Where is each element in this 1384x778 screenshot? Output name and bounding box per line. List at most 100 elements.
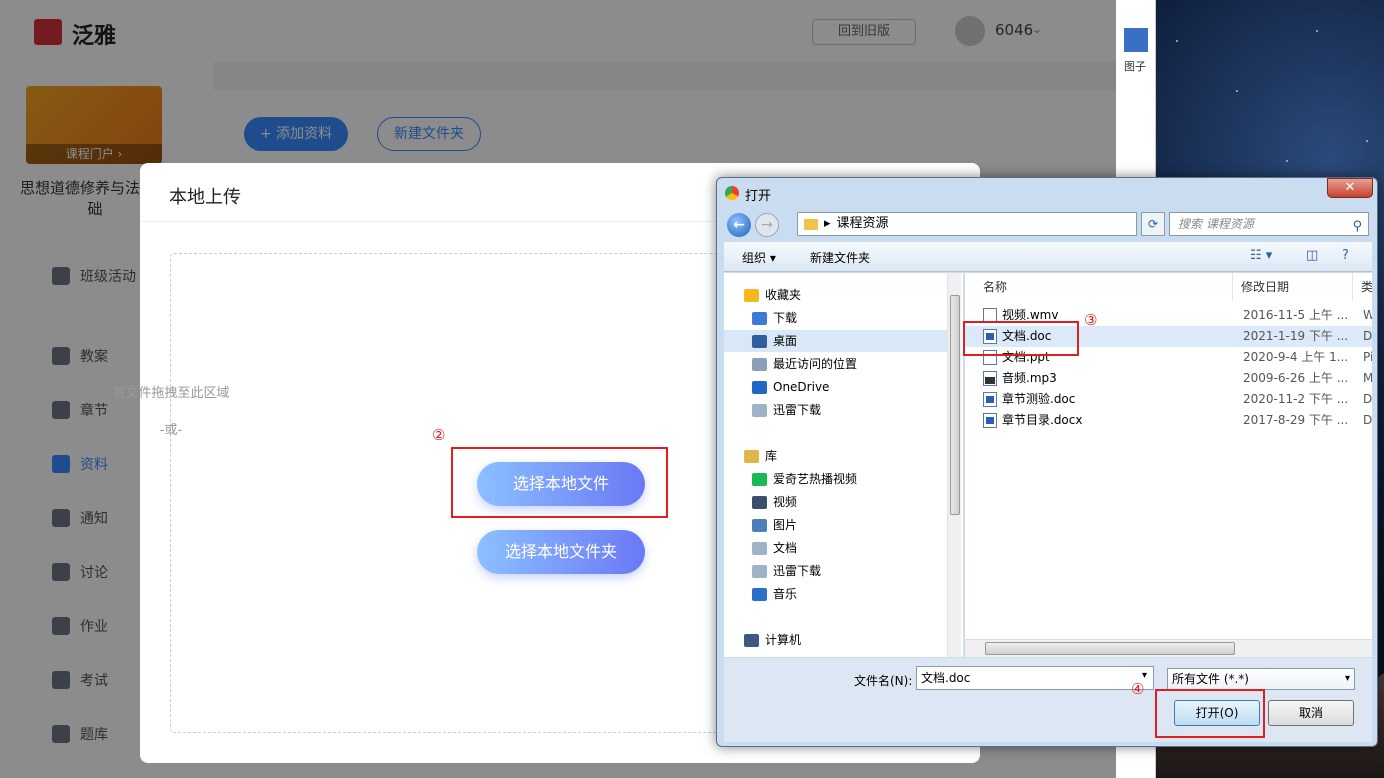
nav-tree-label: 文档 — [773, 541, 798, 555]
dialog-bottom-bar: 文件名(N): 文档.doc ▾ 所有文件 (*.*) ▾ 打开(O) 取消 — [724, 658, 1372, 742]
annotation-box-step2 — [451, 447, 668, 518]
nav-tree-item[interactable]: 收藏夹 — [724, 284, 948, 306]
search-icon: ⚲ — [1352, 219, 1362, 234]
nav-tree-item[interactable]: 视频 — [724, 491, 948, 513]
nav-tree-item[interactable]: 迅雷下载 — [724, 560, 948, 582]
computer-icon — [744, 633, 759, 647]
column-header-date[interactable]: 修改日期 — [1233, 273, 1353, 301]
nav-tree-item[interactable]: OneDrive — [724, 376, 948, 398]
preview-pane-icon[interactable]: ◫ — [1306, 248, 1318, 263]
column-header-name[interactable]: 名称 — [975, 273, 1233, 301]
nav-tree-item[interactable]: 音乐 — [724, 583, 948, 605]
search-placeholder: 搜索 课程资源 — [1178, 217, 1254, 231]
nav-tree-label: 下载 — [773, 311, 798, 325]
nav-tree-label: 最近访问的位置 — [773, 357, 858, 371]
nav-tree-label: 视频 — [773, 495, 798, 509]
nav-tree-item[interactable]: 迅雷下载 — [724, 399, 948, 421]
file-date: 2016-11-5 上午 ... — [1243, 308, 1349, 322]
nav-tree-label: 迅雷下载 — [773, 564, 822, 578]
nav-tree-item[interactable]: 库 — [724, 445, 948, 467]
folder-icon — [804, 218, 818, 230]
cancel-button[interactable]: 取消 — [1268, 700, 1354, 726]
word-file-icon — [983, 392, 997, 407]
file-name: 章节测验.doc — [1002, 392, 1076, 406]
strip-text: 图子 — [1124, 60, 1146, 73]
nav-scrollbar[interactable] — [947, 273, 961, 657]
onedrive-icon — [752, 380, 767, 394]
file-type-select[interactable]: 所有文件 (*.*) ▾ — [1167, 668, 1355, 690]
file-list-scrollbar[interactable] — [965, 639, 1372, 657]
nav-tree-item[interactable]: 最近访问的位置 — [724, 353, 948, 375]
file-type: D — [1363, 329, 1372, 343]
file-icon — [752, 403, 767, 417]
help-icon[interactable]: ? — [1342, 248, 1349, 263]
library-icon — [744, 449, 759, 463]
nav-tree-label: 桌面 — [773, 334, 798, 348]
recent-places-icon — [752, 357, 767, 371]
file-type: Pi — [1363, 350, 1372, 364]
word-file-icon — [983, 413, 997, 428]
nav-tree-label: 库 — [765, 449, 778, 463]
desktop-icon — [752, 334, 767, 348]
file-name: 音频.mp3 — [1002, 371, 1057, 385]
annotation-box-step3 — [963, 321, 1079, 356]
document-icon — [752, 541, 767, 555]
file-date: 2009-6-26 上午 ... — [1243, 371, 1349, 385]
address-path: 课程资源 — [836, 216, 889, 231]
column-header-type[interactable]: 类 — [1353, 273, 1372, 301]
file-row[interactable]: 章节目录.docx 2017-8-29 下午 ... D — [965, 410, 1372, 431]
star-icon — [744, 288, 759, 302]
navigation-pane: 收藏夹 下载 桌面 最近访问的位置 OneDrive 迅雷下载库爱奇艺热播视频 视频 图片 文档… — [724, 273, 964, 657]
nav-tree-label: 迅雷下载 — [773, 403, 822, 417]
file-row[interactable]: 章节测验.doc 2020-11-2 下午 ... D — [965, 389, 1372, 410]
view-options-icon[interactable]: ☷ ▾ — [1250, 248, 1272, 263]
refresh-icon[interactable]: ⟳ — [1141, 212, 1165, 236]
dialog-title: 打开 — [745, 189, 772, 204]
nav-tree-label: 音乐 — [773, 587, 798, 601]
forward-arrow-icon[interactable]: → — [755, 213, 779, 237]
annotation-step3: ③ — [1084, 311, 1098, 329]
file-name-cell: 音频.mp3 — [983, 368, 1057, 389]
nav-tree-item[interactable]: 文档 — [724, 537, 948, 559]
nav-tree-label: OneDrive — [773, 380, 830, 394]
file-type: W — [1363, 308, 1372, 322]
iqiyi-icon — [752, 472, 767, 486]
app-icon — [1124, 28, 1148, 52]
file-icon — [752, 564, 767, 578]
or-separator: -或- — [159, 423, 183, 438]
download-folder-icon — [752, 311, 767, 325]
nav-tree-label: 爱奇艺热播视频 — [773, 472, 858, 486]
chrome-icon — [725, 186, 739, 200]
search-input[interactable]: 搜索 课程资源 ⚲ — [1169, 212, 1369, 236]
annotation-box-step4 — [1155, 689, 1265, 738]
open-file-dialog: 打开 ✕ ← → ▸ 课程资源 ⟳ 搜索 课程资源 ⚲ 组织 ▾ 新建文件夹 ☷… — [716, 177, 1378, 747]
file-row[interactable]: 音频.mp3 2009-6-26 上午 ... M — [965, 368, 1372, 389]
file-date: 2020-9-4 上午 1... — [1243, 350, 1349, 364]
nav-tree-item[interactable]: 下载 — [724, 307, 948, 329]
drop-hint: 将文件拖拽至此区域 — [112, 386, 230, 401]
nav-tree-item[interactable]: 桌面 — [724, 330, 948, 352]
nav-tree-item[interactable]: 图片 — [724, 514, 948, 536]
annotation-step4: ④ — [1131, 680, 1145, 698]
file-type: D — [1363, 413, 1372, 427]
file-date: 2017-8-29 下午 ... — [1243, 413, 1349, 427]
new-folder-toolbar-button[interactable]: 新建文件夹 — [810, 249, 870, 266]
file-type: D — [1363, 392, 1372, 406]
annotation-step2: ② — [432, 426, 446, 444]
filename-input[interactable]: 文档.doc — [916, 666, 1154, 690]
mp3-file-icon — [983, 371, 997, 386]
select-local-folder-button[interactable]: 选择本地文件夹 — [477, 530, 645, 574]
modal-title: 本地上传 — [169, 187, 241, 208]
organize-menu[interactable]: 组织 ▾ — [742, 249, 776, 266]
breadcrumb-arrow-icon: ▸ — [824, 216, 831, 231]
nav-tree-label: 计算机 — [765, 633, 802, 647]
file-date: 2021-1-19 下午 ... — [1243, 329, 1349, 343]
address-bar[interactable]: ▸ 课程资源 — [797, 212, 1137, 236]
nav-tree-item[interactable]: 爱奇艺热播视频 — [724, 468, 948, 490]
close-button[interactable]: ✕ — [1327, 178, 1373, 198]
file-name-cell: 章节目录.docx — [983, 410, 1082, 431]
nav-tree-item[interactable]: 计算机 — [724, 629, 948, 651]
back-arrow-icon[interactable]: ← — [727, 213, 751, 237]
nav-tree-label: 收藏夹 — [765, 288, 802, 302]
file-date: 2020-11-2 下午 ... — [1243, 392, 1349, 406]
